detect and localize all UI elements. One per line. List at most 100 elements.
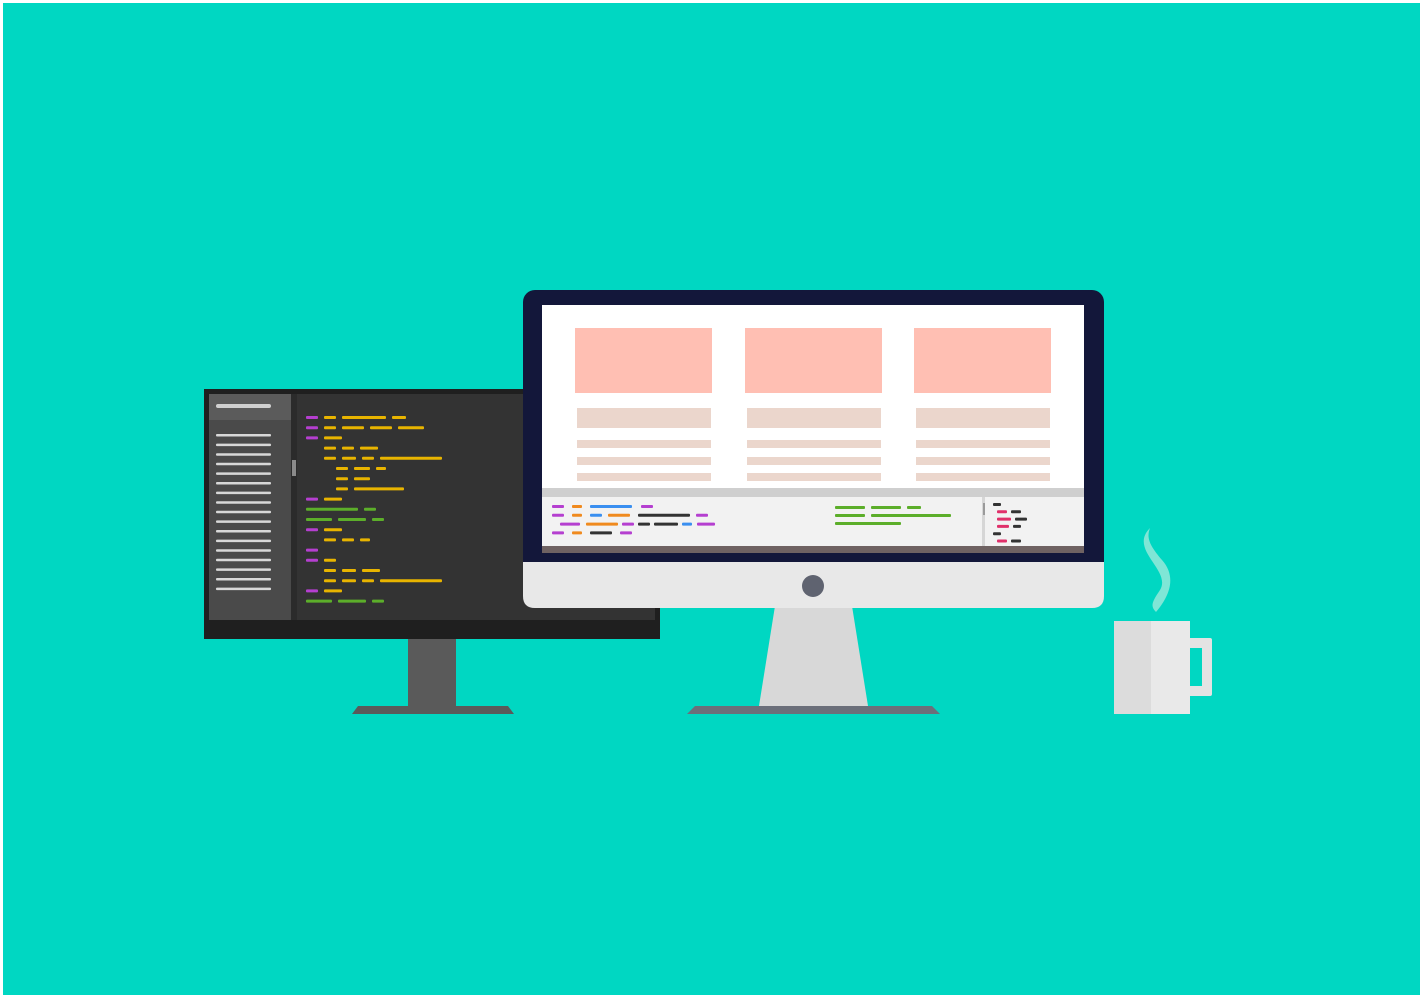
devtools-token — [641, 505, 653, 508]
devtools-panel — [542, 497, 1084, 546]
sidebar-file-line — [216, 434, 271, 437]
devtools-token — [638, 513, 690, 517]
code-token — [342, 456, 356, 460]
devtools-token — [907, 506, 921, 509]
code-token — [342, 538, 354, 542]
devtools-token — [622, 522, 634, 526]
code-token — [354, 467, 370, 470]
code-token — [306, 507, 358, 511]
styles-token — [997, 524, 1009, 528]
styles-token — [997, 510, 1007, 514]
card-heading-placeholder — [577, 408, 711, 428]
illustration-canvas — [0, 0, 1423, 998]
code-token — [338, 599, 366, 603]
code-token — [324, 589, 342, 593]
code-token — [376, 467, 386, 470]
devtools-toolbar — [542, 488, 1084, 497]
code-token — [324, 579, 336, 583]
code-token — [392, 416, 406, 419]
styles-token — [997, 517, 1011, 521]
code-token — [380, 579, 442, 583]
sidebar-file-line — [216, 462, 271, 466]
code-token — [336, 477, 348, 481]
devtools-token — [835, 522, 901, 525]
code-token — [324, 446, 336, 450]
code-token — [306, 497, 318, 501]
code-token — [354, 477, 370, 481]
code-token — [324, 436, 342, 440]
developer-workspace-illustration — [0, 0, 1423, 998]
code-token — [306, 528, 318, 532]
devtools-token — [572, 505, 582, 508]
card-text-line — [916, 473, 1050, 481]
card-text-line — [577, 473, 711, 481]
styles-token — [993, 503, 1001, 506]
sidebar-file-line — [216, 443, 271, 447]
monitor-stand-neck — [408, 638, 456, 708]
devtools-token — [590, 513, 602, 517]
code-token — [372, 518, 384, 521]
code-token — [336, 487, 348, 491]
sidebar-divider — [291, 394, 297, 620]
devtools-token — [586, 522, 618, 526]
code-token — [372, 599, 384, 603]
card-image-placeholder — [914, 328, 1051, 393]
monitor-stand-base — [352, 706, 514, 714]
code-token — [306, 599, 332, 603]
mug-shade — [1114, 621, 1151, 714]
code-token — [306, 558, 318, 562]
code-token — [324, 426, 336, 430]
code-token — [342, 569, 356, 572]
sidebar-file-line — [216, 501, 271, 504]
code-token — [324, 528, 342, 532]
styles-token — [997, 539, 1007, 543]
code-token — [342, 426, 364, 430]
styles-token — [1013, 524, 1021, 528]
devtools-token — [620, 531, 632, 535]
card-image-placeholder — [745, 328, 882, 393]
code-token — [306, 436, 318, 440]
devtools-token — [835, 506, 865, 509]
devtools-token — [572, 513, 582, 517]
sidebar-file-line — [216, 539, 271, 543]
card-text-line — [577, 440, 711, 448]
code-token — [398, 426, 424, 430]
sidebar-file-line — [216, 558, 271, 562]
sidebar-scroll-thumb — [292, 460, 296, 476]
code-token — [342, 579, 356, 583]
devtools-token — [682, 522, 692, 526]
devtools-token — [590, 505, 632, 508]
code-token — [362, 569, 380, 572]
card-text-line — [747, 457, 881, 465]
sidebar-title-line — [216, 404, 271, 408]
devtools-token — [560, 522, 580, 526]
devtools-token — [552, 513, 564, 517]
code-token — [306, 416, 318, 419]
devtools-token — [871, 506, 901, 509]
code-token — [342, 446, 354, 450]
imac-stand — [759, 606, 868, 706]
sidebar-file-line — [216, 491, 271, 495]
code-token — [324, 456, 336, 460]
card-heading-placeholder — [916, 408, 1050, 428]
imac-stand-base — [687, 706, 940, 714]
card-text-line — [577, 457, 711, 465]
code-token — [342, 416, 386, 419]
sidebar-file-line — [216, 510, 271, 514]
code-token — [338, 518, 366, 521]
sidebar-file-line — [216, 482, 271, 485]
devtools-token — [552, 531, 564, 535]
card-text-line — [916, 457, 1050, 465]
code-token — [324, 558, 336, 562]
sidebar-file-line — [216, 530, 271, 533]
sidebar-file-line — [216, 587, 271, 591]
devtools-token — [697, 522, 715, 526]
devtools-token — [871, 514, 951, 517]
sidebar-file-line — [216, 472, 271, 475]
styles-token — [1015, 517, 1027, 521]
styles-token — [1011, 510, 1021, 514]
devtools-statusbar — [542, 546, 1084, 553]
code-token — [306, 548, 318, 552]
devtools-token — [696, 513, 708, 517]
styles-token — [1011, 539, 1021, 543]
